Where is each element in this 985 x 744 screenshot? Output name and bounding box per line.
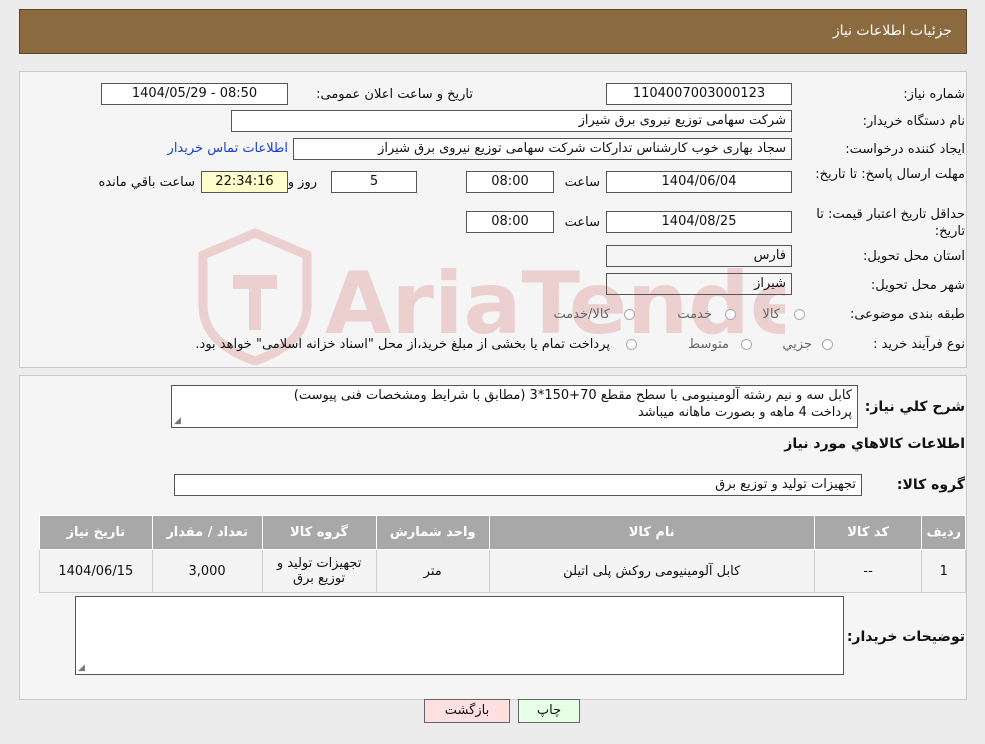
summary-line-1: کابل سه و نیم رشته آلومینیومی با سطح مقط… [293,388,852,403]
cell-unit: متر [375,549,490,593]
province-field: فارس [606,245,792,267]
creator-field: سجاد بهاری خوب کارشناس تدارکات شرکت سهام… [293,138,792,160]
category-radio-goods-service[interactable] [624,309,635,320]
treasury-payment-note: پرداخت تمام یا بخشی از مبلغ خرید،از محل … [195,337,610,352]
process-radio-medium[interactable] [741,339,752,350]
remaining-time-label: ساعت باقي مانده [98,175,195,190]
col-quantity: تعداد / مقدار [151,515,263,550]
remaining-days-field: 5 [331,171,417,193]
creator-label: ایجاد کننده درخواست: [845,142,965,157]
deadline-label: مهلت ارسال پاسخ: تا تاریخ: [815,167,965,182]
col-goods-name: نام کالا [488,515,815,550]
goods-group-label: گروه کالا: [896,477,965,493]
summary-label: شرح کلي نیاز: [864,399,965,415]
validity-time-label: ساعت [564,215,600,230]
announce-field: 1404/05/29 - 08:50 [101,83,288,105]
deadline-date-field: 1404/06/04 [606,171,792,193]
need-number-label: شماره نیاز: [903,87,965,102]
goods-group-field: تجهیزات تولید و توزیع برق [174,474,862,496]
treasury-payment-checkbox[interactable] [626,339,637,350]
summary-line-2: پرداخت 4 ماهه و بصورت ماهانه میباشد [637,405,852,420]
process-option-medium: متوسط [688,337,729,352]
announce-label: تاریخ و ساعت اعلان عمومی: [316,87,473,102]
process-radio-minor[interactable] [822,339,833,350]
cell-goods-group: تجهیزات تولید و توزیع برق [261,549,377,593]
page-title: جزئیات اطلاعات نیاز [832,23,952,39]
col-goods-group: گروه کالا [261,515,377,550]
validity-date-field: 1404/08/25 [606,211,792,233]
resize-grip-icon: ◢ [174,416,181,426]
resize-grip-icon: ◢ [78,663,85,673]
category-radio-service[interactable] [725,309,736,320]
col-need-date: تاریخ نیاز [39,515,153,550]
goods-table: ردیف کد کالا نام کالا واحد شمارش گروه کا… [39,515,966,593]
validity-time-field: 08:00 [466,211,554,233]
goods-table-header: ردیف کد کالا نام کالا واحد شمارش گروه کا… [39,515,966,550]
city-label: شهر محل تحویل: [870,278,965,293]
category-radio-goods[interactable] [794,309,805,320]
category-option-goods-service: کالا/خدمت [553,307,610,322]
province-label: استان محل تحویل: [863,249,965,264]
days-label: روز و [287,175,317,190]
remaining-time-field: 22:34:16 [201,171,288,193]
category-option-service: خدمت [677,307,712,322]
category-option-goods: کالا [762,307,780,322]
col-goods-code: کد کالا [813,515,923,550]
col-unit: واحد شمارش [375,515,490,550]
deadline-time-label: ساعت [564,175,600,190]
cell-quantity: 3,000 [151,549,263,593]
buyer-field: شرکت سهامی توزیع نیروی برق شیراز [231,110,792,132]
buyer-notes-label: توضیحات خریدار: [846,629,965,645]
category-label: طبقه بندی موضوعی: [849,307,965,322]
cell-row-number: 1 [921,549,966,593]
city-field: شیراز [606,273,792,295]
process-option-minor: جزیي [782,337,812,352]
print-button[interactable]: چاپ [518,699,580,723]
col-row-number: ردیف [921,515,966,550]
cell-need-date: 1404/06/15 [39,549,153,593]
goods-info-title: اطلاعات کالاهاي مورد نیاز [784,436,965,452]
buyer-contact-link[interactable]: اطلاعات تماس خریدار [168,141,288,156]
cell-goods-name: کابل آلومینیومی روکش پلی اتیلن [488,549,815,593]
table-row: 1 -- کابل آلومینیومی روکش پلی اتیلن متر … [39,549,966,593]
validity-label: حداقل تاریخ اعتبار قیمت: تا تاریخ: [816,207,965,239]
buyer-notes-textarea[interactable]: ◢ [75,596,844,675]
back-button[interactable]: بازگشت [424,699,510,723]
page-header: جزئیات اطلاعات نیاز [19,9,967,54]
summary-textarea[interactable]: کابل سه و نیم رشته آلومینیومی با سطح مقط… [171,385,858,428]
process-label: نوع فرآیند خرید : [873,337,965,352]
buyer-label: نام دستگاه خریدار: [862,114,965,129]
deadline-time-field: 08:00 [466,171,554,193]
cell-goods-code: -- [813,549,923,593]
need-number-field: 1104007003000123 [606,83,792,105]
